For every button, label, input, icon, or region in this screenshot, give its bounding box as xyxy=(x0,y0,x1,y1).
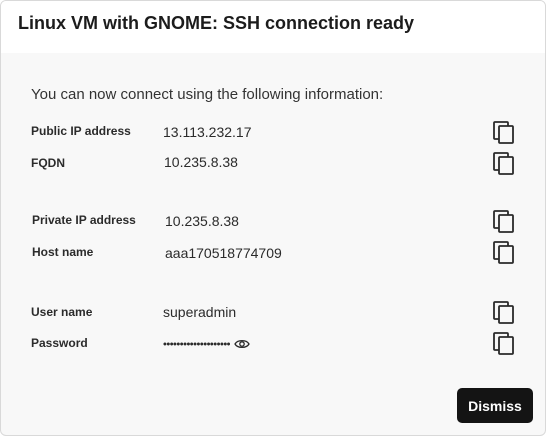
copy-host-name-button[interactable] xyxy=(491,240,517,266)
password-value-field: •••••••••••••••••••• xyxy=(163,335,250,351)
user-name-label: User name xyxy=(31,305,93,319)
copy-fqdn-button[interactable] xyxy=(491,151,517,177)
copy-icon xyxy=(493,152,514,175)
host-name-value: aaa170518774709 xyxy=(165,245,282,261)
copy-icon xyxy=(493,241,514,264)
copy-password-button[interactable] xyxy=(491,331,517,357)
private-ip-label: Private IP address xyxy=(32,213,136,227)
copy-icon xyxy=(493,210,514,233)
dialog-header: Linux VM with GNOME: SSH connection read… xyxy=(1,1,545,53)
show-password-button[interactable] xyxy=(234,338,250,350)
copy-user-name-button[interactable] xyxy=(491,300,517,326)
copy-icon xyxy=(493,301,514,324)
connection-intro-text: You can now connect using the following … xyxy=(31,86,384,103)
public-ip-value: 13.113.232.17 xyxy=(163,124,252,140)
fqdn-label: FQDN xyxy=(31,156,65,170)
copy-icon xyxy=(493,332,514,355)
user-name-value: superadmin xyxy=(163,304,237,320)
ssh-connection-dialog: Linux VM with GNOME: SSH connection read… xyxy=(0,0,546,436)
dismiss-button[interactable]: Dismiss xyxy=(457,388,533,423)
host-name-label: Host name xyxy=(32,245,94,259)
public-ip-label: Public IP address xyxy=(31,124,131,138)
masked-password: •••••••••••••••••••• xyxy=(163,338,231,351)
copy-icon xyxy=(493,121,514,144)
password-label: Password xyxy=(31,336,88,350)
copy-private-ip-button[interactable] xyxy=(491,209,517,235)
private-ip-value: 10.235.8.38 xyxy=(165,213,239,229)
copy-public-ip-button[interactable] xyxy=(491,120,517,146)
dialog-title: Linux VM with GNOME: SSH connection read… xyxy=(18,13,415,33)
eye-icon xyxy=(234,340,250,349)
fqdn-value: 10.235.8.38 xyxy=(164,154,238,170)
